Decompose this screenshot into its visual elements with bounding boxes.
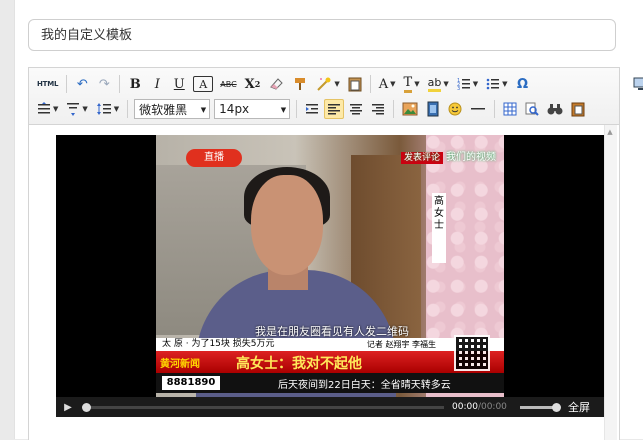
rich-text-editor: HTML ↶ ↷ B I U A ABC X2 ▼ A ▼ T ▼ ab ▼ 1… bbox=[28, 67, 643, 440]
editor-content-area[interactable]: ▲ 直播 发表评论 我们的视频 高女士 我是在朋友圈看见有人发二维码 太 原 ·… bbox=[29, 125, 617, 440]
special-char-button[interactable]: Ω bbox=[512, 74, 532, 94]
emoticon-icon[interactable] bbox=[445, 99, 465, 119]
insert-table-icon[interactable] bbox=[500, 99, 520, 119]
unordered-list-icon[interactable]: ▼ bbox=[483, 74, 510, 94]
magic-wand-icon[interactable]: ▼ bbox=[313, 74, 342, 94]
divider bbox=[119, 75, 121, 93]
divider bbox=[494, 100, 496, 118]
font-size-select[interactable]: 14px ▼ bbox=[214, 99, 291, 119]
background-color-button[interactable]: T ▼ bbox=[401, 74, 423, 94]
format-painter-icon[interactable] bbox=[289, 74, 311, 94]
horizontal-rule-icon[interactable] bbox=[467, 99, 489, 119]
news-headline: 高女士：我对不起他 bbox=[236, 356, 362, 372]
interviewee-name-tag: 高女士 bbox=[432, 193, 446, 263]
bold-button[interactable]: B bbox=[125, 74, 145, 94]
background-color-glyph: T bbox=[403, 75, 413, 93]
eraser-icon[interactable] bbox=[265, 74, 287, 94]
preview-icon[interactable] bbox=[630, 74, 643, 94]
video-player[interactable]: 直播 发表评论 我们的视频 高女士 我是在朋友圈看见有人发二维码 太 原 · 为了… bbox=[56, 135, 604, 417]
watermark-text: 我们的视频 bbox=[446, 152, 497, 163]
volume-slider[interactable] bbox=[520, 402, 561, 412]
line-height-icon[interactable]: ▼ bbox=[93, 99, 122, 119]
paragraph-spacing-icon[interactable]: ▼ bbox=[34, 99, 61, 119]
weather-ticker: 后天夜间到22日白天：全省晴天转多云 bbox=[278, 380, 451, 391]
video-person-face bbox=[251, 175, 323, 275]
lower-third-ticker: 8881890 后天夜间到22日白天：全省晴天转多云 bbox=[156, 373, 504, 393]
time-total: /00:00 bbox=[477, 402, 507, 412]
spellcheck-glyph: ab bbox=[427, 76, 442, 92]
italic-button[interactable]: I bbox=[147, 74, 167, 94]
redo-icon[interactable]: ↷ bbox=[94, 74, 114, 94]
ordered-list-icon[interactable]: 123 ▼ bbox=[454, 74, 481, 94]
html-source-button[interactable]: HTML bbox=[34, 74, 61, 94]
divider bbox=[127, 100, 129, 118]
volume-handle[interactable] bbox=[552, 402, 561, 412]
superscript-button[interactable]: X2 bbox=[242, 74, 264, 94]
editor-toolbar: HTML ↶ ↷ B I U A ABC X2 ▼ A ▼ T ▼ ab ▼ 1… bbox=[29, 68, 643, 125]
undo-icon[interactable]: ↶ bbox=[72, 74, 92, 94]
reporter-caption: 记者 赵翔宇 李福生 bbox=[366, 340, 436, 349]
video-controls: ▶ 00:00/00:00 全屏 bbox=[56, 397, 604, 417]
toolbar-row-2: ▼ ▼ ▼ 微软雅黑 ▼ 14px ▼ bbox=[33, 96, 589, 122]
video-frame: 直播 发表评论 我们的视频 高女士 我是在朋友圈看见有人发二维码 太 原 · 为了… bbox=[156, 135, 504, 397]
font-color-button[interactable]: A ▼ bbox=[376, 74, 399, 94]
align-right-icon[interactable] bbox=[368, 99, 388, 119]
strikethrough-button[interactable]: ABC bbox=[217, 74, 239, 94]
paragraph-spacing-after-icon[interactable]: ▼ bbox=[63, 99, 90, 119]
find-replace-icon[interactable] bbox=[544, 99, 566, 119]
divider bbox=[369, 75, 371, 93]
qr-code-icon bbox=[454, 335, 490, 371]
search-icon[interactable] bbox=[522, 99, 542, 119]
align-left-icon[interactable] bbox=[324, 99, 345, 119]
font-family-select[interactable]: 微软雅黑 ▼ bbox=[134, 99, 211, 119]
divider bbox=[393, 100, 395, 118]
time-current: 00:00 bbox=[452, 402, 478, 412]
program-tag: 发表评论 bbox=[401, 152, 444, 164]
editor-panel: 我的自定义模板 HTML ↶ ↷ B I U A ABC X2 ▼ A ▼ T … bbox=[14, 0, 643, 440]
toolbar-row-1: HTML ↶ ↷ B I U A ABC X2 ▼ A ▼ T ▼ ab ▼ 1… bbox=[33, 71, 643, 97]
lower-third-headline: 黄河新闻 高女士：我对不起他 bbox=[156, 351, 504, 373]
editor-scrollbar[interactable]: ▲ bbox=[604, 125, 617, 440]
time-display: 00:00/00:00 bbox=[452, 402, 507, 412]
indent-icon[interactable] bbox=[302, 99, 322, 119]
svg-text:3: 3 bbox=[457, 86, 460, 91]
divider bbox=[66, 75, 68, 93]
divider bbox=[296, 100, 298, 118]
font-color-glyph: A bbox=[378, 76, 389, 92]
scroll-up-icon[interactable]: ▲ bbox=[603, 125, 617, 139]
align-center-icon[interactable] bbox=[346, 99, 366, 119]
program-watermark: 发表评论 我们的视频 bbox=[401, 147, 501, 169]
station-logo: 直播 bbox=[186, 149, 242, 167]
play-icon[interactable]: ▶ bbox=[58, 402, 78, 413]
superscript-base: X bbox=[244, 76, 255, 92]
font-size-value: 14px bbox=[219, 102, 250, 116]
progress-handle[interactable] bbox=[82, 402, 91, 412]
template-icon[interactable] bbox=[568, 99, 588, 119]
spellcheck-button[interactable]: ab ▼ bbox=[425, 74, 452, 94]
video-subtitle: 我是在朋友圈看见有人发二维码 bbox=[255, 325, 409, 338]
superscript-exp: 2 bbox=[254, 79, 261, 89]
lower-third-info: 太 原 · 为了15块 损失5万元 记者 赵翔宇 李福生 bbox=[156, 338, 504, 351]
location-caption: 太 原 · 为了15块 损失5万元 bbox=[162, 339, 275, 349]
template-name-input[interactable]: 我的自定义模板 bbox=[28, 19, 616, 51]
paste-plain-icon[interactable] bbox=[345, 74, 365, 94]
underline-button[interactable]: U bbox=[169, 74, 189, 94]
insert-video-icon[interactable] bbox=[423, 99, 443, 119]
insert-image-icon[interactable] bbox=[399, 99, 421, 119]
hotline-number: 8881890 bbox=[162, 376, 220, 390]
font-family-value: 微软雅黑 bbox=[139, 102, 188, 117]
font-border-button[interactable]: A bbox=[193, 76, 214, 92]
progress-bar[interactable] bbox=[82, 402, 444, 412]
fullscreen-button[interactable]: 全屏 bbox=[568, 399, 590, 415]
news-brand: 黄河新闻 bbox=[160, 359, 200, 370]
